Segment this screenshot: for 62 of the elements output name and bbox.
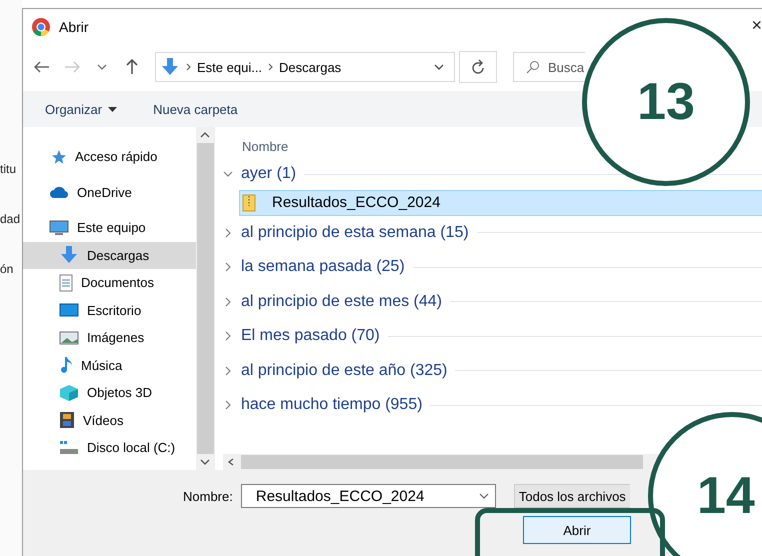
sidebar-item[interactable]: Imágenes: [23, 324, 196, 352]
chevron-down-icon[interactable]: [434, 64, 444, 70]
filename-label: Nombre:: [183, 488, 233, 504]
sidebar-item[interactable]: Escritorio: [23, 296, 196, 324]
address-bar[interactable]: Este equi... Descargas: [155, 52, 455, 82]
sidebar-item[interactable]: OneDrive: [23, 178, 196, 206]
breadcrumb[interactable]: Este equi...: [197, 60, 262, 74]
open-button[interactable]: Abrir: [523, 516, 631, 544]
sidebar-item[interactable]: Este equipo: [23, 214, 196, 242]
sidebar-item[interactable]: Música: [23, 352, 196, 379]
monitor-icon: [49, 220, 69, 236]
browser-logo-icon: [31, 17, 51, 37]
left-arrow-icon: [34, 61, 50, 73]
sidebar-item[interactable]: Objetos 3D: [23, 379, 196, 406]
desktop-icon: [59, 302, 79, 318]
chevron-right-icon: [268, 63, 274, 71]
chevron-up-icon: [200, 131, 210, 139]
download-arrow-icon: [160, 58, 180, 76]
group-header[interactable]: al principio de este año (325): [223, 362, 448, 380]
image-icon: [59, 330, 79, 345]
download-arrow-icon: [59, 246, 79, 264]
background-text: titu: [0, 162, 18, 176]
music-note-icon: [59, 356, 73, 374]
file-type-dropdown[interactable]: Todos los archivos: [514, 484, 630, 508]
drive-icon: [59, 440, 79, 456]
breadcrumb[interactable]: Descargas: [279, 60, 342, 74]
file-row[interactable]: Resultados_ECCO_2024: [239, 190, 762, 216]
group-header[interactable]: El mes pasado (70): [223, 327, 380, 346]
search-icon: [526, 60, 540, 74]
group-header[interactable]: ayer (1): [223, 165, 296, 184]
sidebar-item[interactable]: Disco local (C:): [23, 434, 196, 462]
chevron-down-icon: [200, 458, 210, 466]
caret-icon: [108, 106, 118, 112]
chevron-down-icon: [478, 493, 489, 499]
filename-field[interactable]: Resultados_ECCO_2024: [240, 484, 496, 508]
chevron-right-icon: [186, 63, 191, 71]
sidebar-item[interactable]: Documentos: [23, 269, 196, 296]
organize-menu-button[interactable]: Organizar: [45, 102, 118, 116]
sidebar-item[interactable]: Descargas: [23, 242, 196, 269]
cube-icon: [59, 384, 79, 402]
background-text: dad: [0, 212, 22, 226]
group-header[interactable]: al principio de esta semana (15): [223, 224, 469, 242]
refresh-icon: [471, 59, 485, 75]
film-icon: [59, 411, 75, 430]
group-header[interactable]: al principio de este mes (44): [223, 292, 442, 311]
group-header[interactable]: hace mucho tiempo (955): [223, 396, 422, 414]
right-arrow-icon: [64, 61, 80, 73]
sidebar-item[interactable]: Vídeos: [23, 406, 196, 434]
new-folder-button[interactable]: Nueva carpeta: [153, 102, 238, 116]
scrollbar[interactable]: [196, 127, 214, 470]
refresh-button[interactable]: [459, 51, 497, 83]
search-field[interactable]: Busca: [513, 52, 585, 82]
close-button[interactable]: ×: [751, 16, 762, 34]
cloud-icon: [49, 185, 69, 200]
background-text: ón: [0, 262, 14, 276]
group-header[interactable]: la semana pasada (25): [223, 258, 405, 276]
window-title: Abrir: [59, 19, 90, 35]
zip-folder-icon: [242, 194, 256, 212]
up-arrow-icon: [126, 59, 138, 75]
document-icon: [59, 274, 73, 292]
sidebar-item[interactable]: Acceso rápido: [23, 143, 196, 170]
chevron-down-icon: [97, 63, 107, 71]
